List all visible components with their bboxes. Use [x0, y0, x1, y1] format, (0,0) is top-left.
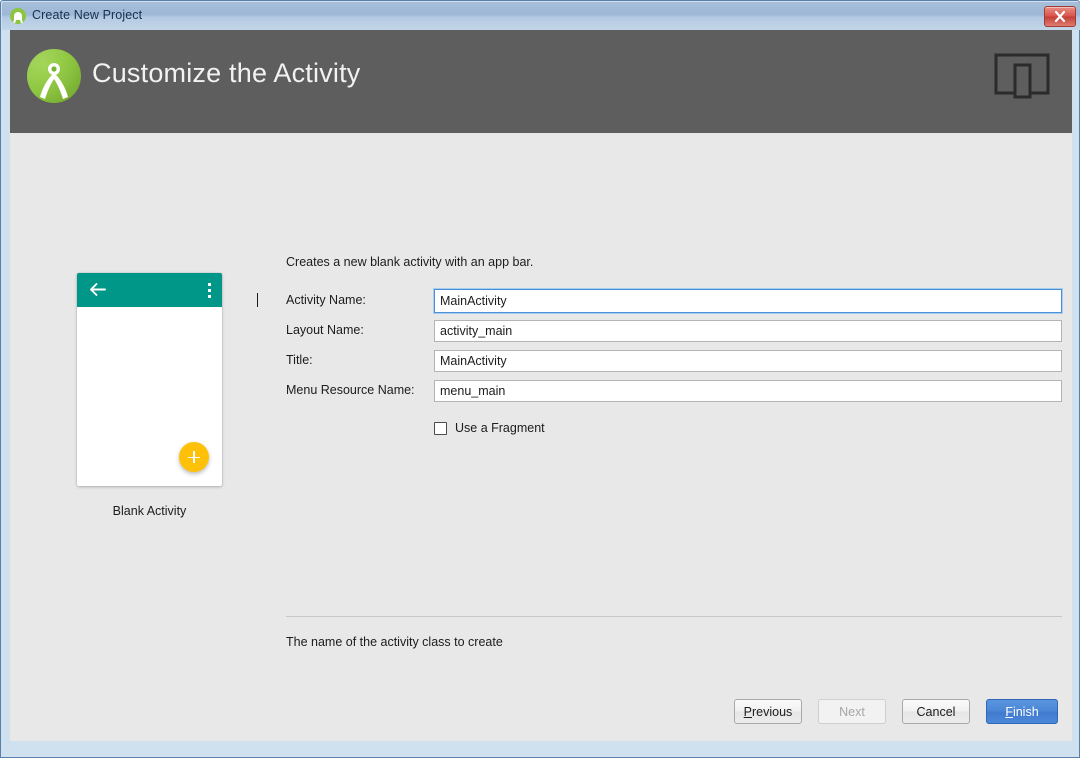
use-fragment-checkbox[interactable] — [434, 421, 447, 435]
tablet-phone-icon — [994, 53, 1050, 99]
menu-resource-name-label: Menu Resource Name: — [286, 383, 415, 397]
activity-preview[interactable]: Blank Activity — [77, 273, 222, 518]
title-label: Title: — [286, 353, 313, 367]
cancel-button-label: Cancel — [916, 704, 956, 719]
close-icon — [1054, 10, 1066, 23]
android-studio-icon — [10, 8, 26, 24]
next-button[interactable]: Next — [818, 699, 886, 724]
phone-preview-card — [77, 273, 222, 486]
window-title: Create New Project — [32, 8, 143, 22]
use-fragment-row[interactable]: Use a Fragment — [434, 421, 545, 435]
overflow-menu-icon — [208, 283, 211, 298]
field-row-menu-resource-name: Menu Resource Name: — [286, 380, 1062, 402]
previous-button-label: revious — [752, 704, 793, 719]
layout-name-input[interactable] — [434, 320, 1062, 342]
activity-name-label: Activity Name: — [286, 293, 366, 307]
finish-button[interactable]: Finish — [986, 699, 1058, 724]
arrow-back-icon — [89, 282, 106, 302]
android-studio-logo — [27, 49, 81, 103]
activity-description: Creates a new blank activity with an app… — [286, 255, 534, 269]
text-caret — [257, 293, 258, 307]
next-button-label: Next — [839, 704, 865, 719]
page-title: Customize the Activity — [92, 58, 361, 88]
layout-name-label: Layout Name: — [286, 323, 364, 337]
activity-name-input[interactable] — [434, 289, 1062, 313]
field-row-activity-name: Activity Name: — [286, 289, 1062, 313]
title-input[interactable] — [434, 350, 1062, 372]
menu-resource-name-input[interactable] — [434, 380, 1062, 402]
cancel-button[interactable]: Cancel — [902, 699, 970, 724]
title-bar[interactable]: Create New Project — [2, 2, 1080, 30]
content-divider — [286, 616, 1062, 617]
finish-button-label: inish — [1012, 704, 1039, 719]
dialog-body: Customize the Activity Blank Activity Cr… — [10, 30, 1072, 741]
preview-caption: Blank Activity — [112, 504, 187, 518]
create-new-project-dialog: Create New Project Customize the Activit… — [0, 0, 1080, 758]
field-row-title: Title: — [286, 350, 1062, 372]
previous-button[interactable]: Previous — [734, 699, 802, 724]
floating-action-button — [179, 442, 209, 472]
close-button[interactable] — [1044, 6, 1076, 27]
dialog-content: Blank Activity Creates a new blank activ… — [10, 133, 1072, 741]
use-fragment-label: Use a Fragment — [455, 421, 545, 435]
dialog-button-bar: Previous Next Cancel Finish — [10, 681, 1072, 741]
field-help-text: The name of the activity class to create — [286, 635, 503, 649]
field-row-layout-name: Layout Name: — [286, 320, 1062, 342]
preview-app-bar — [77, 273, 222, 307]
dialog-header: Customize the Activity — [10, 30, 1072, 133]
